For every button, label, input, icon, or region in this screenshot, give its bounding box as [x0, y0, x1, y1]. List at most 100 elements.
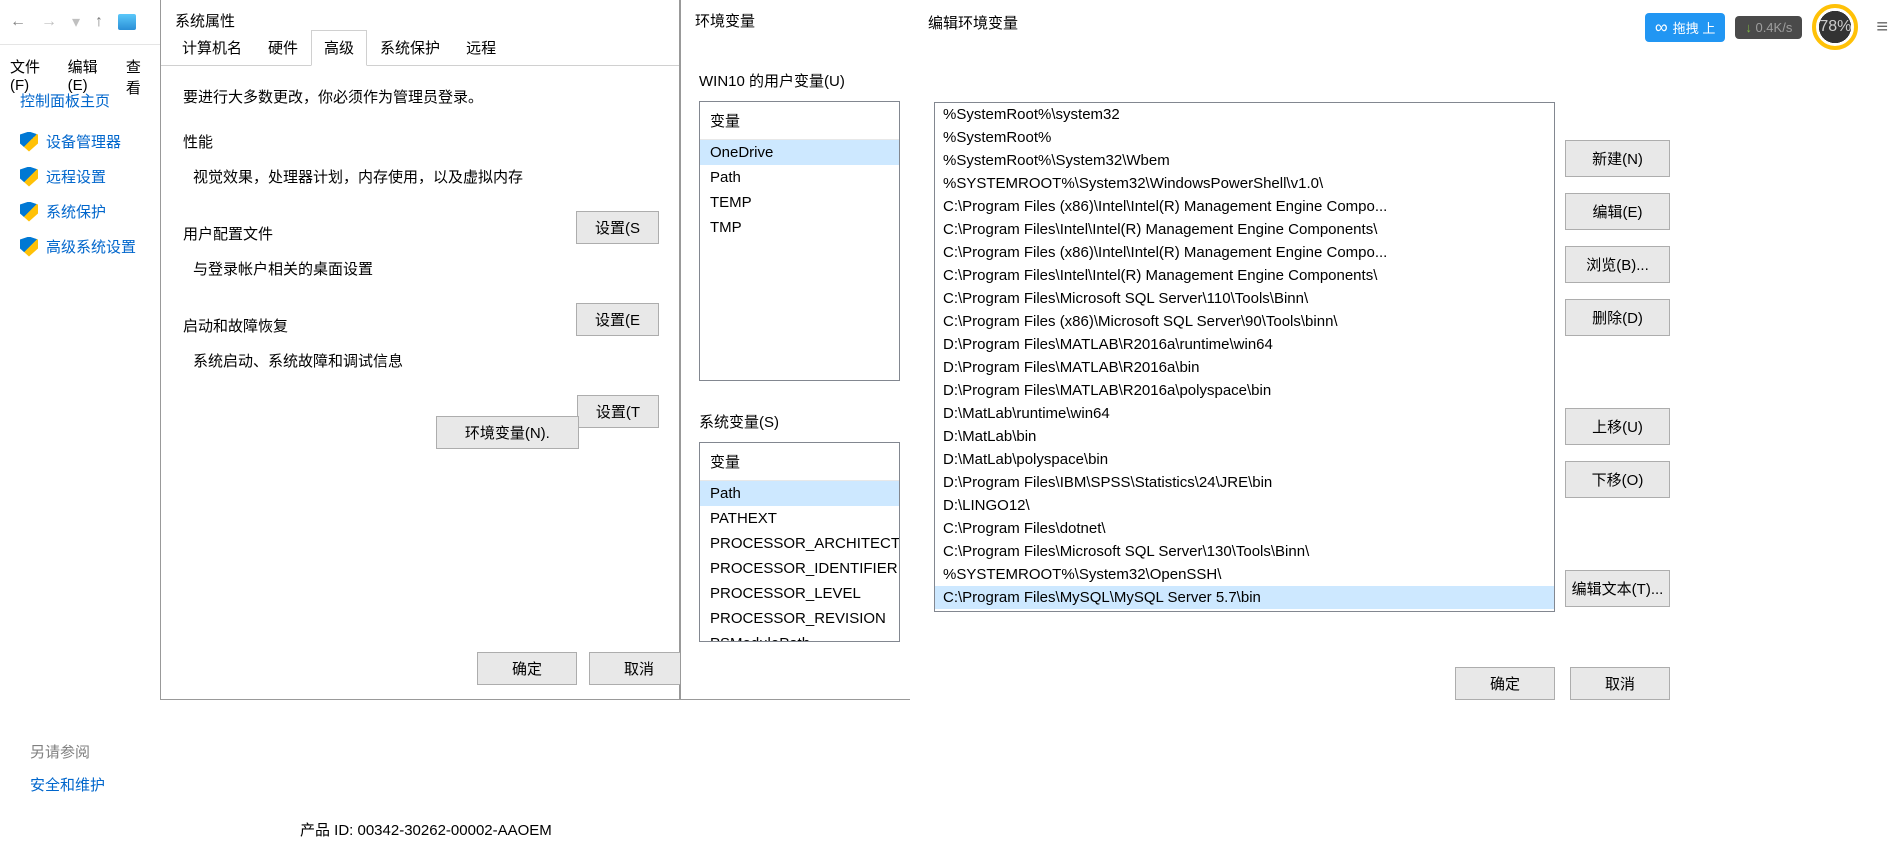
env-vars-title: 环境变量 [681, 0, 769, 41]
advanced-tab-content: 要进行大多数更改，你必须作为管理员登录。 性能 视觉效果，处理器计划，内存使用，… [161, 66, 679, 436]
shield-icon [20, 237, 38, 257]
performance-desc: 视觉效果，处理器计划，内存使用，以及虚拟内存 [193, 166, 657, 187]
path-item[interactable]: D:\Program Files\MATLAB\R2016a\polyspace… [935, 379, 1554, 402]
user-vars-listbox[interactable]: 变量 OneDrivePathTEMPTMP [699, 101, 900, 381]
path-item[interactable]: C:\Program Files\dotnet\ [935, 517, 1554, 540]
path-item[interactable]: C:\Program Files\MySQL\MySQL Server 5.7\… [935, 586, 1554, 609]
edit-env-dialog-buttons: 确定 取消 [1455, 667, 1670, 700]
up-arrow-icon[interactable]: ↑ [95, 13, 103, 31]
path-item[interactable]: C:\Program Files\Intel\Intel(R) Manageme… [935, 218, 1554, 241]
back-arrow-icon[interactable]: ← [10, 13, 26, 31]
ok-button[interactable]: 确定 [477, 652, 577, 685]
sys-vars-column-header[interactable]: 变量 [700, 443, 899, 481]
performance-settings-button[interactable]: 设置(S [576, 211, 659, 244]
user-var-item[interactable]: TMP [700, 215, 899, 240]
move-up-button[interactable]: 上移(U) [1565, 408, 1670, 445]
tab-remote[interactable]: 远程 [453, 30, 509, 65]
sys-var-item[interactable]: PATHEXT [700, 506, 899, 531]
sys-var-item[interactable]: PROCESSOR_IDENTIFIER [700, 556, 899, 581]
computer-icon [118, 14, 136, 30]
sys-var-item[interactable]: Path [700, 481, 899, 506]
sidebar-item-label: 系统保护 [46, 201, 106, 222]
sys-vars-listbox[interactable]: 变量 PathPATHEXTPROCESSOR_ARCHITECTURPROCE… [699, 442, 900, 642]
path-item[interactable]: C:\Program Files (x86)\Intel\Intel(R) Ma… [935, 241, 1554, 264]
usage-gauge-widget[interactable]: 78% [1812, 4, 1858, 50]
user-var-item[interactable]: Path [700, 165, 899, 190]
startup-desc: 系统启动、系统故障和调试信息 [193, 350, 657, 371]
cloud-widget[interactable]: ∞ 拖拽 上 [1645, 13, 1725, 42]
usage-percent: 78% [1819, 18, 1851, 36]
profiles-desc: 与登录帐户相关的桌面设置 [193, 258, 657, 279]
tab-advanced[interactable]: 高级 [311, 30, 367, 66]
device-manager-link[interactable]: 设备管理器 [20, 131, 160, 152]
product-id-text: 产品 ID: 00342-30262-00002-AAOEM [300, 819, 552, 840]
sidebar-item-label: 高级系统设置 [46, 236, 136, 257]
path-item[interactable]: D:\MatLab\polyspace\bin [935, 448, 1554, 471]
tab-hardware[interactable]: 硬件 [255, 30, 311, 65]
tab-system-protection[interactable]: 系统保护 [367, 30, 453, 65]
env-vars-button[interactable]: 环境变量(N). [436, 416, 579, 449]
down-arrow-icon: ↓ [1745, 20, 1752, 35]
env-vars-dialog: 环境变量 WIN10 的用户变量(U) 变量 OneDrivePathTEMPT… [680, 0, 910, 700]
see-also-title: 另请参阅 [30, 741, 105, 762]
user-var-item[interactable]: OneDrive [700, 140, 899, 165]
cancel-button[interactable]: 取消 [1570, 667, 1670, 700]
dialog-title: 系统属性 [161, 0, 249, 41]
path-item[interactable]: D:\MatLab\bin [935, 425, 1554, 448]
cancel-button[interactable]: 取消 [589, 652, 689, 685]
forward-arrow-icon: → [41, 13, 57, 31]
path-item[interactable]: D:\LINGO12\ [935, 494, 1554, 517]
sys-var-item[interactable]: PROCESSOR_ARCHITECTUR [700, 531, 899, 556]
see-also-section: 另请参阅 安全和维护 [30, 741, 105, 795]
edit-env-buttons-column: 新建(N) 编辑(E) 浏览(B)... 删除(D) 上移(U) 下移(O) 编… [1565, 140, 1670, 607]
sys-vars-label: 系统变量(S) [681, 411, 910, 432]
shield-icon [20, 167, 38, 187]
path-item[interactable]: %SYSTEMROOT%\System32\WindowsPowerShell\… [935, 172, 1554, 195]
browse-button[interactable]: 浏览(B)... [1565, 246, 1670, 283]
path-item[interactable]: %SystemRoot%\system32 [935, 103, 1554, 126]
path-item[interactable]: D:\Program Files\MATLAB\R2016a\bin [935, 356, 1554, 379]
hamburger-icon[interactable]: ≡ [1876, 16, 1888, 39]
path-item[interactable]: D:\MatLab\runtime\win64 [935, 402, 1554, 425]
edit-env-var-dialog: 编辑环境变量 %SystemRoot%\system32%SystemRoot%… [910, 40, 1565, 700]
edit-text-button[interactable]: 编辑文本(T)... [1565, 570, 1670, 607]
sys-var-item[interactable]: PROCESSOR_REVISION [700, 606, 899, 631]
speed-value: 0.4K/s [1755, 20, 1792, 35]
path-item[interactable]: %SystemRoot% [935, 126, 1554, 149]
path-item[interactable]: C:\Program Files (x86)\Microsoft SQL Ser… [935, 310, 1554, 333]
new-button[interactable]: 新建(N) [1565, 140, 1670, 177]
sidebar-item-label: 远程设置 [46, 166, 106, 187]
delete-button[interactable]: 删除(D) [1565, 299, 1670, 336]
path-item[interactable]: D:\Program Files\IBM\SPSS\Statistics\24\… [935, 471, 1554, 494]
user-vars-label: WIN10 的用户变量(U) [681, 70, 910, 91]
path-item[interactable]: D:\Program Files\MATLAB\R2016a\runtime\w… [935, 333, 1554, 356]
path-item[interactable]: C:\Program Files\Microsoft SQL Server\13… [935, 540, 1554, 563]
path-item[interactable]: C:\Program Files\Intel\Intel(R) Manageme… [935, 264, 1554, 287]
security-maintenance-link[interactable]: 安全和维护 [30, 774, 105, 795]
startup-settings-button[interactable]: 设置(T [577, 395, 659, 428]
path-item[interactable]: %SystemRoot%\System32\Wbem [935, 149, 1554, 172]
infinity-icon: ∞ [1655, 17, 1668, 38]
ok-button[interactable]: 确定 [1455, 667, 1555, 700]
overlay-widgets: ∞ 拖拽 上 ↓ 0.4K/s 78% ≡ [1633, 0, 1900, 54]
shield-icon [20, 202, 38, 222]
edit-button[interactable]: 编辑(E) [1565, 193, 1670, 230]
system-properties-dialog: 系统属性 计算机名 硬件 高级 系统保护 远程 要进行大多数更改，你必须作为管理… [160, 0, 680, 700]
path-item[interactable]: C:\Program Files\Microsoft SQL Server\11… [935, 287, 1554, 310]
path-item[interactable]: C:\Program Files (x86)\Intel\Intel(R) Ma… [935, 195, 1554, 218]
user-vars-column-header[interactable]: 变量 [700, 102, 899, 140]
advanced-system-settings-link[interactable]: 高级系统设置 [20, 236, 160, 257]
system-protection-link[interactable]: 系统保护 [20, 201, 160, 222]
user-var-item[interactable]: TEMP [700, 190, 899, 215]
path-list[interactable]: %SystemRoot%\system32%SystemRoot%%System… [934, 102, 1555, 612]
sys-var-item[interactable]: PROCESSOR_LEVEL [700, 581, 899, 606]
remote-settings-link[interactable]: 远程设置 [20, 166, 160, 187]
sys-var-item[interactable]: PSModulePath [700, 631, 899, 642]
dropdown-arrow-icon[interactable]: ▾ [72, 12, 80, 32]
control-panel-home-link[interactable]: 控制面板主页 [20, 90, 160, 111]
move-down-button[interactable]: 下移(O) [1565, 461, 1670, 498]
profiles-settings-button[interactable]: 设置(E [576, 303, 659, 336]
edit-env-title: 编辑环境变量 [910, 0, 1036, 45]
path-item[interactable]: %SYSTEMROOT%\System32\OpenSSH\ [935, 563, 1554, 586]
network-speed-widget[interactable]: ↓ 0.4K/s [1735, 16, 1802, 39]
